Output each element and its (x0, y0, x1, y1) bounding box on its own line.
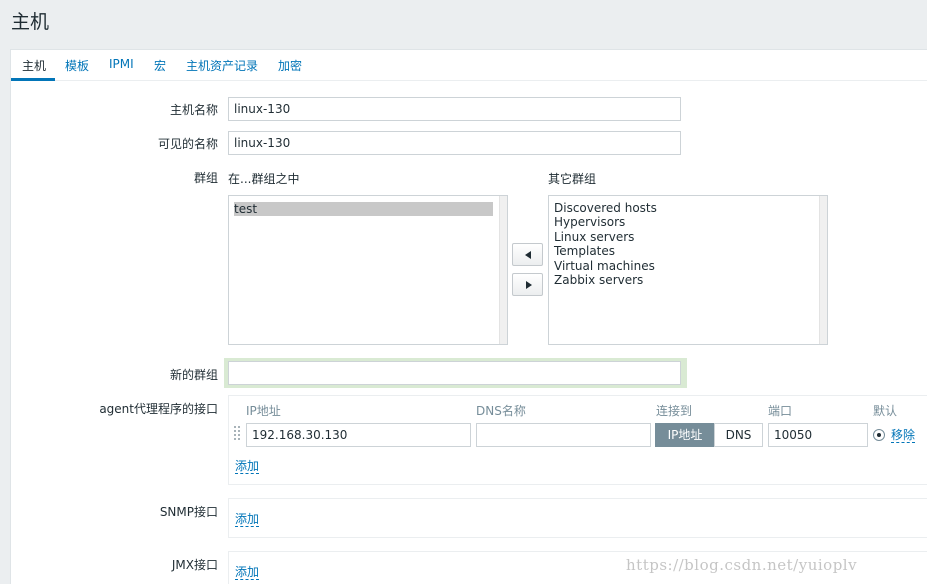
ip-column-header: IP地址 (246, 404, 281, 418)
arrow-left-icon (525, 251, 531, 259)
tab-bar: 主机 模板 IPMI 宏 主机资产记录 加密 (11, 50, 927, 81)
visible-name-input[interactable] (228, 131, 681, 155)
active-tab-indicator (11, 78, 55, 81)
list-item[interactable]: Templates (554, 244, 615, 258)
host-form-panel: 主机 模板 IPMI 宏 主机资产记录 加密 主机名称 可见的名称 群组 在..… (10, 49, 927, 584)
snmp-interface-label: SNMP接口 (159, 505, 218, 519)
port-input[interactable] (768, 423, 868, 447)
agent-interface-box: IP地址 DNS名称 连接到 端口 默认 IP地址 DNS 移除 添加 (228, 395, 927, 485)
in-groups-label: 在...群组之中 (228, 172, 300, 186)
remove-interface-link[interactable]: 移除 (891, 428, 916, 443)
watermark: https://blog.csdn.net/yuioplv (626, 556, 858, 574)
default-interface-radio[interactable] (873, 429, 885, 441)
connect-dns-button[interactable]: DNS (714, 423, 763, 447)
move-left-button[interactable] (512, 243, 543, 266)
other-groups-listbox[interactable]: Discovered hosts Hypervisors Linux serve… (548, 195, 828, 345)
list-item[interactable]: Linux servers (554, 230, 634, 244)
list-item[interactable]: Hypervisors (554, 215, 625, 229)
tab-encryption[interactable]: 加密 (278, 57, 302, 74)
tab-macros[interactable]: 宏 (154, 57, 166, 74)
new-group-label: 新的群组 (169, 368, 218, 382)
add-agent-interface-link[interactable]: 添加 (235, 459, 260, 474)
drag-handle-icon[interactable] (234, 426, 241, 444)
move-right-button[interactable] (512, 273, 543, 296)
list-item[interactable]: Virtual machines (554, 259, 655, 273)
list-item[interactable]: Discovered hosts (554, 201, 657, 215)
port-column-header: 端口 (768, 404, 793, 418)
visible-name-label: 可见的名称 (157, 137, 218, 151)
hostname-input[interactable] (228, 97, 681, 121)
hostname-label: 主机名称 (169, 103, 218, 117)
tab-inventory[interactable]: 主机资产记录 (186, 57, 258, 74)
groups-label: 群组 (193, 171, 218, 185)
dns-column-header: DNS名称 (476, 404, 526, 418)
agent-interface-label: agent代理程序的接口 (99, 402, 218, 416)
snmp-interface-box: 添加 (228, 498, 927, 538)
page-title: 主机 (11, 11, 50, 33)
arrow-right-icon (526, 281, 532, 289)
dns-name-input[interactable] (476, 423, 651, 447)
in-groups-listbox[interactable]: test (228, 195, 508, 345)
connect-ip-button[interactable]: IP地址 (655, 423, 715, 447)
default-column-header: 默认 (873, 404, 898, 418)
connect-column-header: 连接到 (656, 404, 693, 418)
new-group-input[interactable] (228, 361, 681, 385)
add-jmx-interface-link[interactable]: 添加 (235, 565, 260, 580)
tab-ipmi[interactable]: IPMI (109, 57, 134, 71)
tab-host[interactable]: 主机 (22, 57, 46, 74)
new-group-highlight (224, 358, 687, 388)
tab-templates[interactable]: 模板 (65, 57, 89, 74)
ip-address-input[interactable] (246, 423, 471, 447)
list-item[interactable]: test (234, 202, 493, 216)
add-snmp-interface-link[interactable]: 添加 (235, 512, 260, 527)
list-item[interactable]: Zabbix servers (554, 273, 643, 287)
scrollbar[interactable] (819, 196, 827, 344)
jmx-interface-label: JMX接口 (171, 558, 218, 572)
scrollbar[interactable] (499, 196, 507, 344)
other-groups-label: 其它群组 (548, 172, 597, 186)
